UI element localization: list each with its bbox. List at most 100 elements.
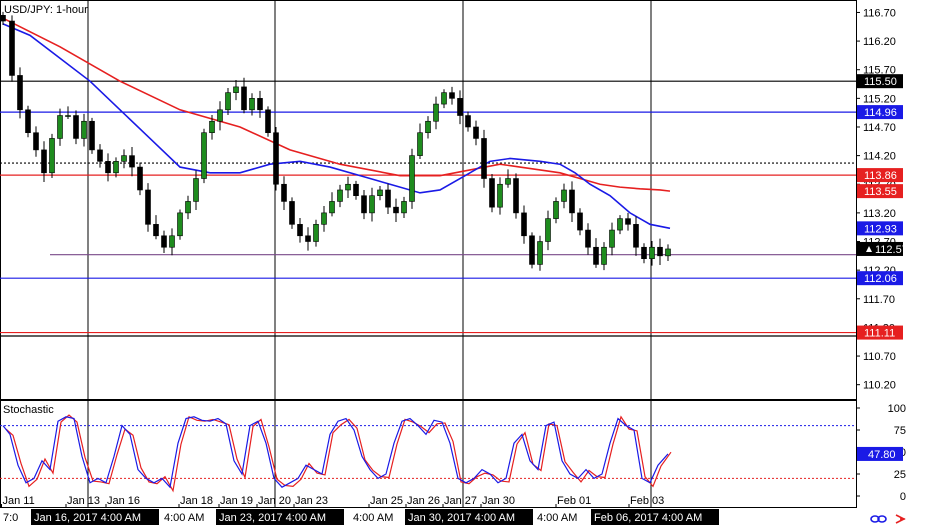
candle-body [497, 183, 503, 208]
candle-body [241, 86, 247, 111]
price-tag-label: 112.93 [864, 223, 897, 235]
date-label: Jan 20 [258, 495, 291, 507]
candle-body [313, 224, 319, 242]
price-tick-label: 114.70 [863, 122, 896, 134]
time-label: 7:0 [3, 512, 18, 524]
date-label: Feb 03 [630, 495, 664, 507]
candle-body [473, 126, 479, 139]
price-tag-label: 114.96 [864, 107, 897, 119]
candle-body [297, 224, 303, 237]
stochastic-axis: 100755025047.80 [856, 403, 906, 503]
date-label: Feb 01 [557, 495, 591, 507]
candle-body [33, 132, 39, 151]
candle-body [569, 189, 575, 214]
candle-body [441, 92, 447, 105]
candle-body [545, 218, 551, 242]
candle-body [665, 248, 671, 257]
candle-body [513, 178, 519, 214]
time-label: Jan 30, 2017 4:00 AM [408, 512, 515, 524]
date-label: Jan 16 [107, 495, 140, 507]
candle-body [281, 183, 287, 202]
candle-body [385, 189, 391, 208]
candle-body [585, 229, 591, 248]
candle-body [41, 149, 47, 174]
candle-body [409, 155, 415, 202]
candle-body [97, 149, 103, 162]
candle-body [225, 92, 231, 111]
candle-body [17, 75, 23, 111]
candle-body [537, 241, 543, 265]
candle-body [489, 178, 495, 208]
price-tag-label: 113.86 [864, 170, 897, 182]
usdjpy-chart: 116.70116.20115.70115.20114.70114.20113.… [0, 0, 908, 525]
candle-body [553, 201, 559, 219]
candle-body [641, 246, 647, 259]
time-label: 4:00 AM [537, 512, 577, 524]
candle-body [273, 132, 279, 185]
candle-body [561, 189, 567, 202]
candle-body [529, 235, 535, 265]
candle-body [465, 115, 471, 128]
time-label: Jan 16, 2017 4:00 AM [34, 512, 141, 524]
date-label: Jan 18 [180, 495, 213, 507]
candle-body [617, 218, 623, 231]
arrow-right-icon[interactable] [895, 514, 906, 524]
candle-body [657, 246, 663, 257]
candle-body [361, 195, 367, 214]
price-tag-label: 113.55 [864, 186, 897, 198]
candle-body [377, 189, 383, 197]
link-icon[interactable] [870, 515, 887, 523]
candle-body [105, 161, 111, 174]
candle-body [417, 132, 423, 156]
date-label: Jan 27 [444, 495, 477, 507]
candle-body [649, 246, 655, 259]
candle-body [9, 20, 15, 76]
price-tick-label: 115.20 [863, 93, 896, 105]
candle-body [449, 92, 455, 99]
date-label: Jan 25 [370, 495, 403, 507]
candle-body [49, 138, 55, 174]
date-label: Jan 19 [220, 495, 253, 507]
stochastic-panel [0, 400, 857, 508]
candle-body [305, 235, 311, 242]
candle-body [289, 201, 295, 225]
candle-body [177, 212, 183, 237]
candle-body [121, 155, 127, 162]
time-label: 4:00 AM [353, 512, 393, 524]
candle-body [193, 178, 199, 202]
time-label: Jan 23, 2017 4:00 AM [219, 512, 326, 524]
candle-body [161, 235, 167, 248]
time-label: 4:00 AM [164, 512, 204, 524]
date-label: Jan 23 [295, 495, 328, 507]
stoch-tick-label: 100 [888, 403, 906, 415]
date-label: Jan 11 [3, 495, 35, 507]
candle-body [329, 201, 335, 214]
candle-body [609, 229, 615, 248]
candle-body [393, 206, 399, 214]
candle-body [201, 132, 207, 179]
candle-body [257, 98, 263, 111]
candle-body [89, 120, 95, 151]
candle-body [185, 201, 191, 214]
candle-body [0, 15, 6, 22]
date-label: Jan 30 [482, 495, 515, 507]
stoch-tick-label: 25 [894, 469, 906, 481]
candle-body [113, 161, 119, 174]
price-tick-label: 113.20 [863, 208, 896, 220]
candle-body [457, 98, 463, 116]
date-label: Jan 26 [407, 495, 440, 507]
candle-body [169, 235, 175, 248]
candle-body [321, 212, 327, 225]
candle-body [209, 120, 215, 134]
candle-body [233, 86, 239, 93]
candle-body [425, 120, 431, 134]
stoch-value-label: 47.80 [868, 449, 896, 461]
candle-body [401, 201, 407, 214]
price-tick-label: 114.20 [863, 151, 896, 163]
candle-body [505, 178, 511, 185]
price-tick-label: 116.70 [863, 7, 896, 19]
candle-body [137, 166, 143, 191]
candle-body [265, 109, 271, 134]
candle-body [481, 138, 487, 179]
candle-body [217, 109, 223, 122]
